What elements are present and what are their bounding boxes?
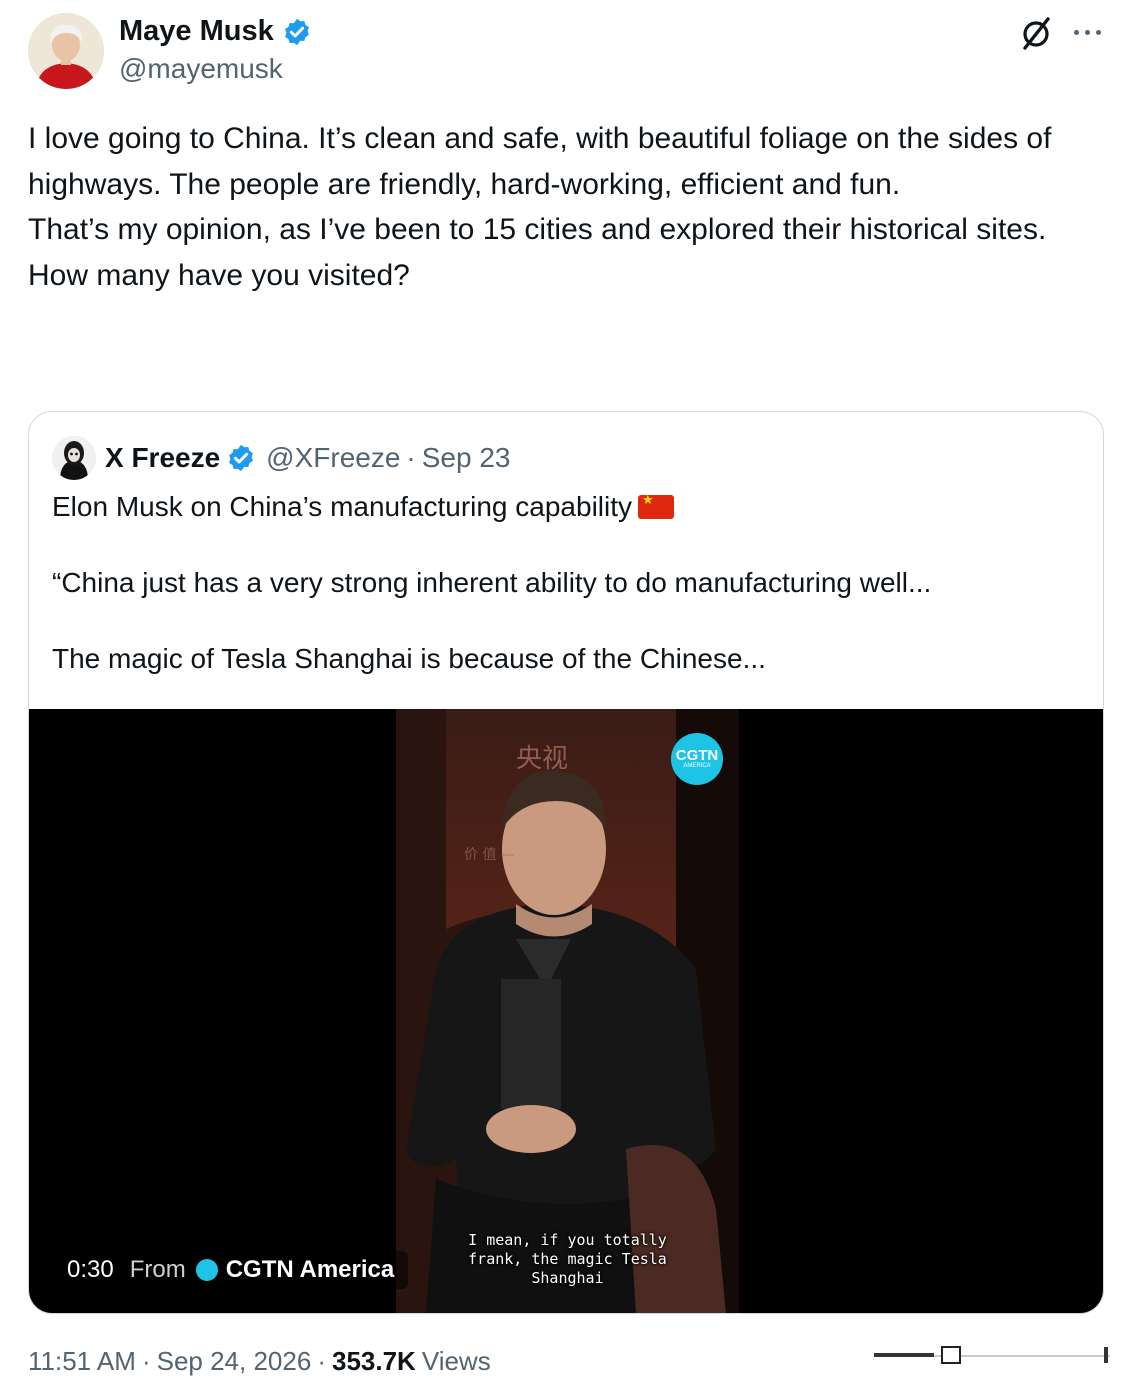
tweet-metadata: 11:51 AM · Sep 24, 2026 · 353.7K Views — [28, 1346, 491, 1377]
video-thumbnail: 央视 价 值 — — [396, 709, 739, 1313]
verified-badge-icon — [284, 18, 309, 45]
quoted-text-line: “China just has a very strong inherent a… — [52, 567, 932, 598]
author-avatar[interactable] — [28, 13, 104, 89]
quoted-text-line: The magic of Tesla Shanghai is because o… — [52, 643, 766, 674]
quoted-author-display-name[interactable]: X Freeze — [105, 442, 220, 474]
video-duration: 0:30 — [67, 1256, 114, 1283]
china-flag-icon — [638, 494, 675, 519]
quoted-tweet-card[interactable]: X Freeze @XFreeze · Sep 23 Elon Musk on … — [28, 411, 1104, 1314]
source-avatar-icon[interactable] — [195, 1259, 218, 1281]
tweet-text: I love going to China. It’s clean and sa… — [28, 116, 1098, 298]
more-options-icon[interactable] — [1068, 21, 1106, 43]
quoted-tweet-date[interactable]: Sep 23 — [422, 442, 511, 474]
tweet-header: Maye Musk @mayemusk — [28, 13, 1108, 93]
svg-text:价 值 —: 价 值 — — [464, 847, 515, 863]
author-display-name[interactable]: Maye Musk — [119, 15, 274, 48]
video-source-name[interactable]: CGTN America — [226, 1256, 395, 1284]
separator-dot: · — [406, 442, 416, 473]
tweet-paragraph: That’s my opinion, as I’ve been to 15 ci… — [28, 213, 1047, 247]
svg-text:央视: 央视 — [516, 744, 568, 774]
video-player[interactable]: 央视 价 值 — CGTN AMERICA I mean, if you tot… — [29, 709, 1103, 1313]
video-subtitle: I mean, if you totally frank, the magic … — [468, 1231, 667, 1287]
quoted-author-handle[interactable]: @XFreeze — [266, 442, 400, 474]
horizontal-scrollbar[interactable] — [872, 1345, 1112, 1367]
tweet-date[interactable]: Sep 24, 2026 — [157, 1346, 312, 1377]
quoted-tweet-header: X Freeze @XFreeze · Sep 23 — [52, 435, 511, 481]
author-handle[interactable]: @mayemusk — [119, 53, 283, 85]
video-from-label: From — [129, 1256, 186, 1283]
cgtn-logo: CGTN AMERICA — [671, 733, 723, 785]
separator-dot: · — [317, 1346, 326, 1376]
tweet-paragraph: I love going to China. It’s clean and sa… — [28, 122, 1052, 201]
tweet-paragraph: How many have you visited? — [28, 258, 410, 292]
cgtn-logo-subtext: AMERICA — [683, 762, 711, 769]
quoted-tweet-text: Elon Musk on China’s manufacturing capab… — [52, 488, 1082, 678]
views-label: Views — [421, 1346, 491, 1376]
quoted-author-avatar[interactable] — [52, 436, 96, 480]
views-count: 353.7K — [331, 1346, 416, 1376]
separator-dot: · — [141, 1346, 151, 1376]
tweet-time[interactable]: 11:51 AM — [28, 1346, 136, 1377]
video-info-overlay: 0:30 From CGTN America — [53, 1251, 409, 1289]
video-frame: 央视 价 值 — CGTN AMERICA I mean, if you tot… — [396, 709, 739, 1313]
quoted-text-line: Elon Musk on China’s manufacturing capab… — [52, 491, 633, 522]
grok-icon[interactable] — [1018, 15, 1054, 51]
cgtn-logo-text: CGTN — [675, 746, 719, 764]
verified-badge-icon — [229, 444, 254, 472]
